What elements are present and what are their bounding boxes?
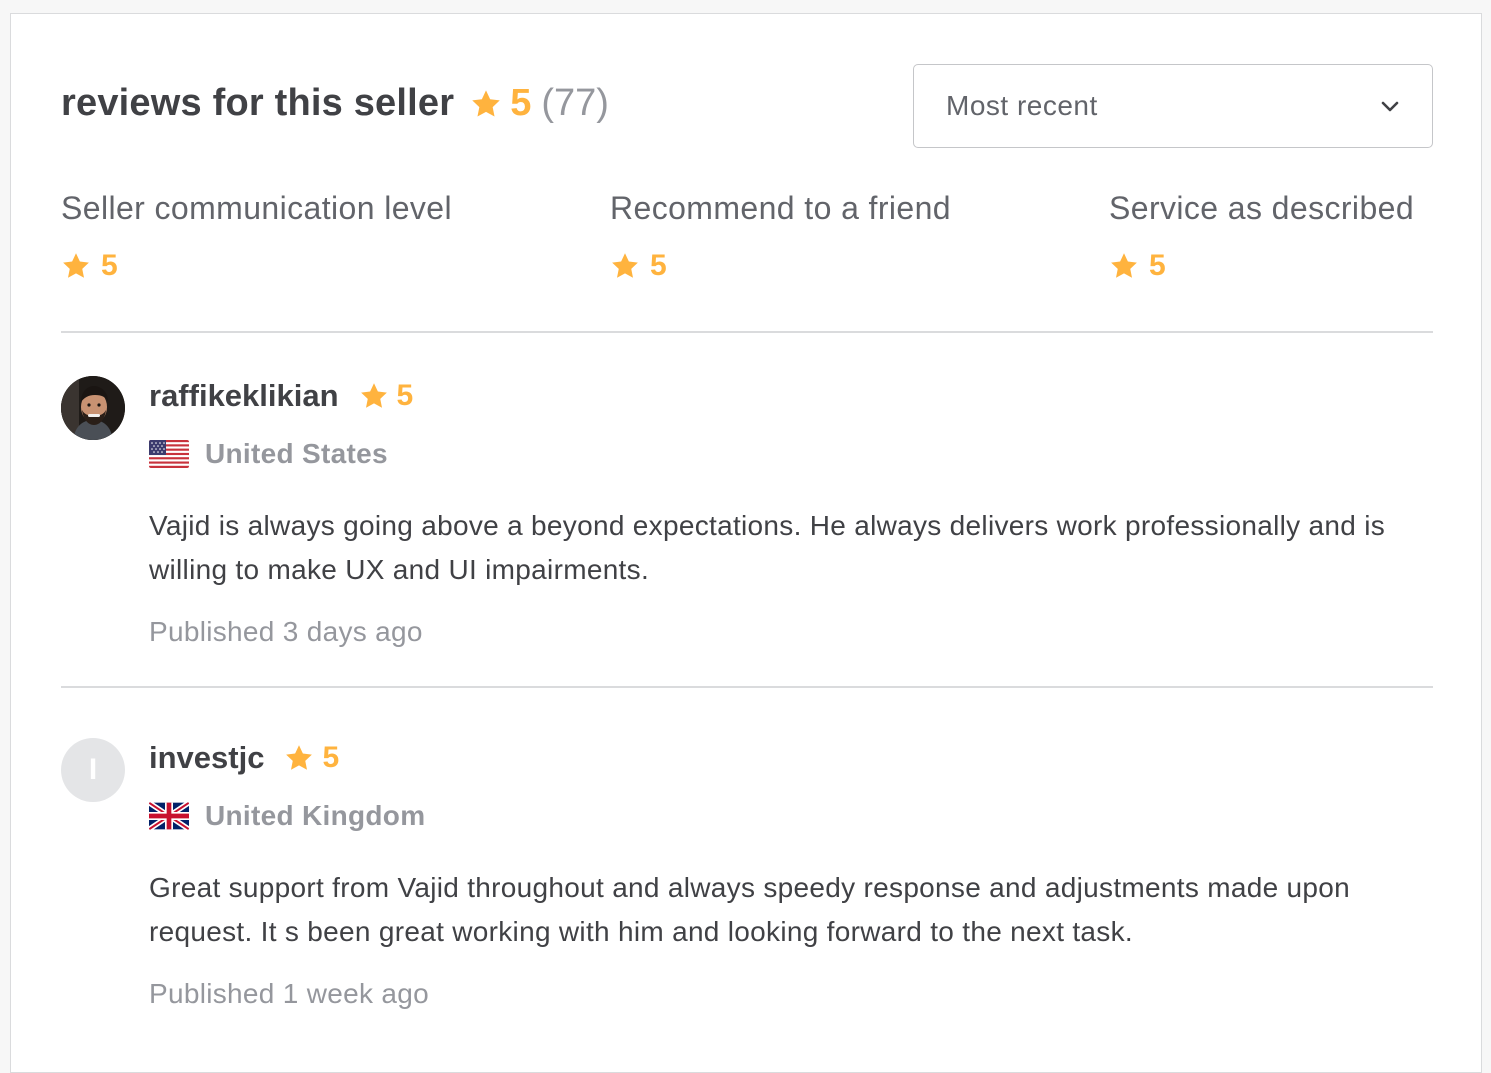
review-text: Vajid is always going above a beyond exp… [149,510,1386,585]
sort-selected-value: Most recent [946,90,1098,121]
review-score: 5 [322,741,340,774]
reviewer-username[interactable]: raffikeklikian [149,378,339,414]
review-score: 5 [396,379,414,412]
breakdown-label: Seller communication level [61,190,453,226]
breakdown-label: Service as described [1109,190,1415,226]
reviewer-username[interactable]: investjc [149,740,264,776]
review-header: raffikeklikian 5 [149,376,1433,416]
reviewer-country: United Kingdom [149,800,1433,832]
review-count: (77) [541,82,609,124]
star-icon [1111,253,1137,278]
breakdown-rating: 5 [1109,249,1414,283]
avatar-photo-icon [61,376,125,440]
breakdown-communication: Seller communication level 5 [61,190,452,283]
breakdown-rating: 5 [61,249,452,283]
star-icon [360,383,387,408]
star-icon [63,253,89,278]
review-published-time: Published 3 days ago [149,616,423,647]
chevron-down-icon [1381,101,1399,112]
avatar-initial: I [88,753,98,786]
review-header: investjc 5 [149,738,1433,778]
star-icon [472,89,500,117]
breakdown-service: Service as described 5 [1109,190,1414,283]
title-row: reviews for this seller 5 (77) [61,82,609,125]
breakdown-score: 5 [650,249,667,282]
reviews-header: reviews for this seller 5 (77) Most rece… [61,64,1433,148]
breakdown-label: Recommend to a friend [610,190,952,226]
review-body: raffikeklikian 5 United States Vajid is … [149,376,1433,648]
overall-score: 5 [510,82,532,124]
uk-flag-icon [149,802,189,830]
breakdown-score: 5 [101,249,118,282]
country-name: United Kingdom [205,800,426,831]
page-title: reviews for this seller [61,82,455,124]
rating-breakdown: Seller communication level 5 Recommend t… [61,190,1433,290]
divider [61,331,1433,333]
breakdown-rating: 5 [610,249,951,283]
reviews-panel: reviews for this seller 5 (77) Most rece… [10,13,1482,1073]
divider [61,686,1433,688]
star-icon [612,253,638,278]
us-flag-icon [149,440,189,468]
reviewer-country: United States [149,438,1433,470]
review-body: investjc 5 United Kingdom Great support … [149,738,1433,1010]
review-published-time: Published 1 week ago [149,978,429,1009]
country-name: United States [205,438,388,469]
avatar[interactable]: I [61,738,125,802]
star-icon [286,745,313,770]
avatar[interactable] [61,376,125,440]
breakdown-score: 5 [1149,249,1166,282]
sort-dropdown[interactable]: Most recent [913,64,1433,148]
breakdown-recommend: Recommend to a friend 5 [610,190,951,283]
review-text: Great support from Vajid throughout and … [149,872,1351,947]
